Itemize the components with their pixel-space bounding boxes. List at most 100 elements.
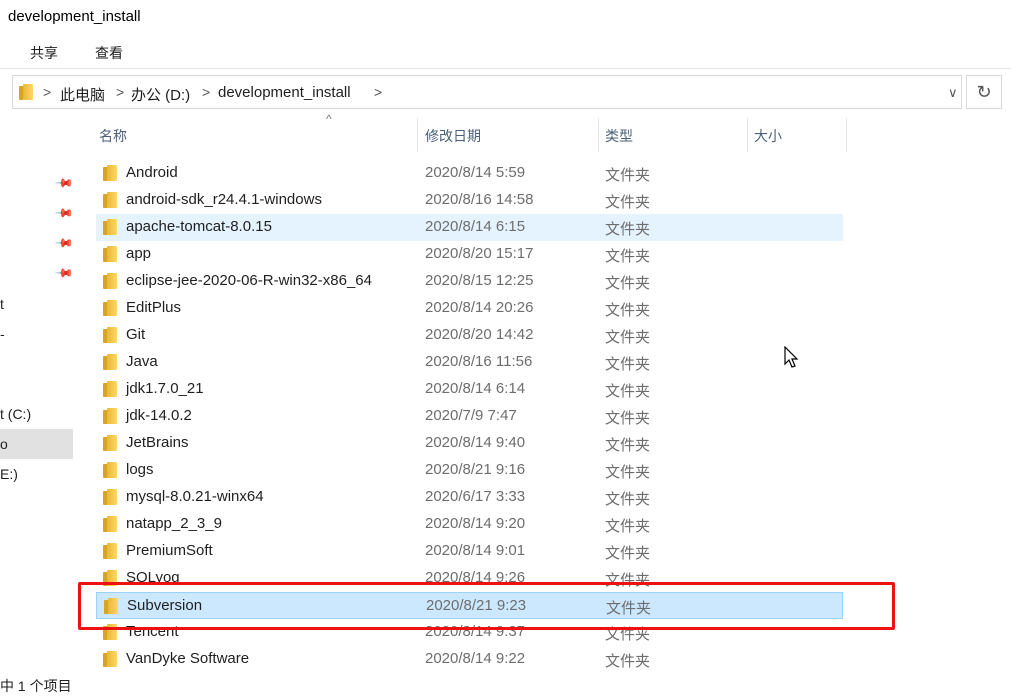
file-row[interactable]: natapp_2_3_9 2020/8/14 9:20 文件夹 — [96, 511, 843, 538]
file-type: 文件夹 — [605, 356, 651, 373]
sort-ascending-icon: ^ — [326, 112, 332, 126]
column-header: ^ 名称 修改日期 类型 大小 — [78, 112, 848, 154]
breadcrumb-separator-icon[interactable]: > — [43, 84, 51, 100]
file-modified: 2020/8/14 9:01 — [425, 542, 526, 559]
chevron-down-icon[interactable]: ∨ — [948, 85, 958, 101]
file-name: logs — [126, 461, 154, 478]
file-type: 文件夹 — [605, 248, 651, 265]
file-type: 文件夹 — [605, 410, 651, 427]
folder-icon — [103, 273, 117, 289]
file-row[interactable]: Git 2020/8/20 14:42 文件夹 — [96, 322, 843, 349]
file-modified: 2020/8/14 9:40 — [425, 434, 526, 451]
tab-view[interactable]: 查看 — [95, 43, 123, 63]
file-type: 文件夹 — [605, 194, 651, 211]
file-name: Android — [126, 164, 178, 181]
breadcrumb-drive-d[interactable]: 办公 (D:) — [131, 84, 190, 105]
file-row[interactable]: jdk-14.0.2 2020/7/9 7:47 文件夹 — [96, 403, 843, 430]
file-name: eclipse-jee-2020-06-R-win32-x86_64 — [126, 272, 372, 289]
breadcrumb-separator-icon[interactable]: > — [374, 84, 382, 100]
file-row[interactable]: Android 2020/8/14 5:59 文件夹 — [96, 160, 843, 187]
file-row[interactable]: app 2020/8/20 15:17 文件夹 — [96, 241, 843, 268]
nav-item[interactable]: - — [0, 326, 5, 342]
tab-share[interactable]: 共享 — [30, 43, 58, 63]
file-modified: 2020/8/14 6:15 — [425, 218, 526, 235]
file-name: jdk1.7.0_21 — [126, 380, 204, 397]
file-row[interactable]: jdk1.7.0_21 2020/8/14 6:14 文件夹 — [96, 376, 843, 403]
file-row[interactable]: logs 2020/8/21 9:16 文件夹 — [96, 457, 843, 484]
pin-icon[interactable]: 📌 — [54, 263, 74, 283]
refresh-button[interactable]: ↻ — [966, 75, 1002, 109]
breadcrumb-development-install[interactable]: development_install — [218, 84, 351, 101]
pin-icon[interactable]: 📌 — [54, 203, 74, 223]
folder-icon — [103, 327, 117, 343]
address-bar[interactable]: > 此电脑 > 办公 (D:) > development_install > … — [12, 75, 962, 109]
file-modified: 2020/8/14 9:22 — [425, 650, 526, 667]
refresh-icon: ↻ — [976, 81, 992, 102]
file-type: 文件夹 — [605, 167, 651, 184]
column-divider[interactable] — [846, 118, 847, 152]
file-modified: 2020/8/14 6:14 — [425, 380, 526, 397]
nav-item[interactable]: t — [0, 296, 4, 312]
column-size[interactable]: 大小 — [754, 126, 782, 146]
file-modified: 2020/8/21 9:16 — [425, 461, 526, 478]
folder-icon — [103, 165, 117, 181]
file-name: jdk-14.0.2 — [126, 407, 192, 424]
file-type: 文件夹 — [605, 437, 651, 454]
file-row[interactable]: mysql-8.0.21-winx64 2020/6/17 3:33 文件夹 — [96, 484, 843, 511]
file-modified: 2020/8/20 14:42 — [425, 326, 534, 343]
file-type: 文件夹 — [605, 491, 651, 508]
file-name: Git — [126, 326, 146, 343]
file-modified: 2020/8/14 20:26 — [425, 299, 534, 316]
file-row[interactable]: eclipse-jee-2020-06-R-win32-x86_64 2020/8… — [96, 268, 843, 295]
file-row[interactable]: PremiumSoft 2020/8/14 9:01 文件夹 — [96, 538, 843, 565]
nav-item-drive-c[interactable]: t (C:) — [0, 406, 31, 422]
file-modified: 2020/8/14 5:59 — [425, 164, 526, 181]
file-row[interactable]: android-sdk_r24.4.1-windows 2020/8/16 14:… — [96, 187, 843, 214]
column-type[interactable]: 类型 — [605, 126, 633, 146]
file-row[interactable]: JetBrains 2020/8/14 9:40 文件夹 — [96, 430, 843, 457]
file-modified: 2020/8/16 14:58 — [425, 191, 534, 208]
breadcrumb-this-pc[interactable]: 此电脑 — [60, 84, 105, 105]
navigation-pane: 📌 📌 📌 📌 t - t (C:) o E:) — [0, 118, 76, 697]
folder-icon — [103, 462, 117, 478]
ribbon: 共享 查看 — [0, 38, 1011, 66]
file-row[interactable]: Java 2020/8/16 11:56 文件夹 — [96, 349, 843, 376]
pin-icon[interactable]: 📌 — [54, 173, 74, 193]
breadcrumb-separator-icon[interactable]: > — [116, 84, 124, 100]
file-type: 文件夹 — [605, 302, 651, 319]
folder-icon — [103, 246, 117, 262]
column-name[interactable]: 名称 — [99, 126, 127, 146]
file-type: 文件夹 — [605, 383, 651, 400]
column-divider[interactable] — [598, 118, 599, 152]
file-type: 文件夹 — [605, 545, 651, 562]
nav-item-selected-bg — [0, 429, 73, 459]
folder-icon — [103, 300, 117, 316]
file-name: app — [126, 245, 152, 262]
status-bar-text: 中 1 个项目 — [0, 678, 72, 694]
file-type: 文件夹 — [605, 275, 651, 292]
column-divider[interactable] — [417, 118, 418, 152]
folder-icon — [19, 84, 33, 100]
file-row[interactable]: apache-tomcat-8.0.15 2020/8/14 6:15 文件夹 — [96, 214, 843, 241]
file-name: android-sdk_r24.4.1-windows — [126, 191, 322, 208]
nav-item-selected[interactable]: o — [0, 436, 8, 452]
file-name: natapp_2_3_9 — [126, 515, 222, 532]
address-row: > 此电脑 > 办公 (D:) > development_install > … — [0, 68, 1011, 117]
pin-icon[interactable]: 📌 — [54, 233, 74, 253]
file-modified: 2020/6/17 3:33 — [425, 488, 526, 505]
file-name: VanDyke Software — [126, 650, 250, 667]
file-name: PremiumSoft — [126, 542, 213, 559]
folder-icon — [103, 543, 117, 559]
nav-item-drive-e[interactable]: E:) — [0, 466, 18, 482]
folder-icon — [103, 516, 117, 532]
file-modified: 2020/8/16 11:56 — [425, 353, 533, 370]
folder-icon — [103, 354, 117, 370]
column-modified[interactable]: 修改日期 — [425, 126, 481, 146]
highlight-box — [78, 582, 895, 630]
folder-icon — [103, 489, 117, 505]
file-row[interactable]: EditPlus 2020/8/14 20:26 文件夹 — [96, 295, 843, 322]
breadcrumb-separator-icon[interactable]: > — [202, 84, 210, 100]
file-modified: 2020/8/15 12:25 — [425, 272, 534, 289]
file-row[interactable]: VanDyke Software 2020/8/14 9:22 文件夹 — [96, 646, 843, 673]
column-divider[interactable] — [747, 118, 748, 152]
